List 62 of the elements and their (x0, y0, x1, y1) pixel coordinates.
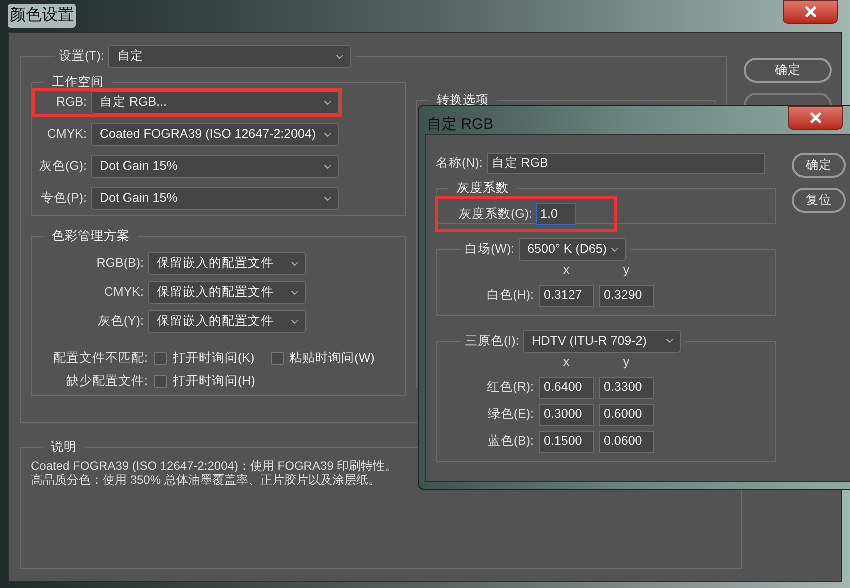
dropdown[interactable]: 保留嵌入的配置文件 (148, 310, 306, 333)
field-label: 缺少配置文件: (66, 372, 148, 390)
checkbox-option[interactable]: 打开时询问(K) (154, 349, 255, 368)
dropdown[interactable]: 保留嵌入的配置文件 (148, 281, 306, 304)
dialog-button[interactable]: 复位 (792, 188, 846, 213)
number-field[interactable]: 0.3300 (599, 376, 654, 398)
name-field[interactable]: 自定 RGB (486, 153, 765, 174)
number-field[interactable]: 0.1500 (539, 430, 594, 452)
dropdown[interactable]: HDTV (ITU-R 709-2) (523, 330, 682, 353)
dialog-button[interactable]: 确定 (792, 153, 846, 178)
field-label: 三原色(I): (465, 332, 520, 350)
number-field[interactable]: 0.3127 (539, 284, 594, 307)
dialog-title: 自定 RGB (427, 115, 494, 135)
number-field[interactable]: 0.3000 (539, 404, 594, 426)
field-label: 配置文件不匹配: (52, 350, 148, 367)
dropdown[interactable]: 6500° K (D65) (518, 238, 626, 261)
field-label: 专色(P): (40, 190, 87, 208)
checkbox[interactable] (154, 374, 167, 388)
field-label: 蓝色(B): (486, 433, 534, 450)
column-heading: y (622, 262, 631, 279)
dropdown[interactable]: Coated FOGRA39 (ISO 12647-2:2004) (91, 123, 339, 146)
dropdown[interactable]: 保留嵌入的配置文件 (148, 252, 306, 275)
number-field[interactable]: 0.0600 (599, 430, 654, 452)
column-heading: y (622, 354, 631, 371)
column-heading: x (562, 354, 571, 371)
window-title: 颜色设置 (8, 4, 76, 28)
dropdown[interactable]: 自定 RGB... (91, 91, 339, 114)
field-label: CMYK: (103, 284, 144, 302)
field-label: 白场(W): (465, 241, 515, 258)
close-button[interactable] (788, 106, 843, 130)
field-label: RGB(B): (96, 255, 144, 272)
field-label: CMYK: (46, 126, 87, 144)
field-label: 灰度系数(G): (459, 206, 533, 223)
group-title: 工作空间 (52, 75, 104, 89)
dialog-button[interactable]: 确定 (744, 58, 832, 83)
close-icon (802, 4, 818, 20)
group-title: 色彩管理方案 (52, 229, 130, 243)
checkbox-option[interactable]: 粘贴时询问(W) (270, 349, 375, 368)
column-heading: x (562, 262, 571, 279)
dropdown[interactable]: 自定 (108, 45, 352, 68)
description-text: Coated FOGRA39 (ISO 12647-2:2004)：使用 FOGRA39 印刷特性。 高品质分色：使用 350% 总体油墨覆盖率、正片胶片以及涂层纸。 (31, 459, 398, 487)
close-button[interactable] (783, 0, 838, 24)
number-field[interactable]: 0.6000 (599, 404, 654, 426)
dropdown[interactable]: Dot Gain 15% (91, 187, 339, 210)
group-title: 说明 (51, 440, 77, 454)
field-label: 红色(R): (486, 379, 534, 396)
number-field[interactable]: 0.6400 (539, 376, 594, 398)
field-label: 设置(T): (59, 48, 104, 66)
gamma-field[interactable]: 1.0 (536, 203, 576, 225)
checkbox[interactable] (154, 352, 167, 365)
field-label: 灰色(Y): (96, 313, 144, 330)
field-label: 白色(H): (486, 287, 534, 304)
number-field[interactable]: 0.3290 (599, 284, 654, 307)
checkbox[interactable] (270, 352, 284, 365)
field-label: 灰色(G): (38, 158, 87, 176)
field-label: 名称(N): (436, 155, 483, 172)
group-title: 灰度系数 (457, 181, 509, 195)
field-label: 绿色(E): (486, 406, 534, 424)
dropdown[interactable]: Dot Gain 15% (91, 155, 339, 178)
close-icon (808, 110, 824, 126)
checkbox-option[interactable]: 打开时询问(H) (154, 372, 256, 390)
field-label: RGB: (55, 94, 87, 112)
